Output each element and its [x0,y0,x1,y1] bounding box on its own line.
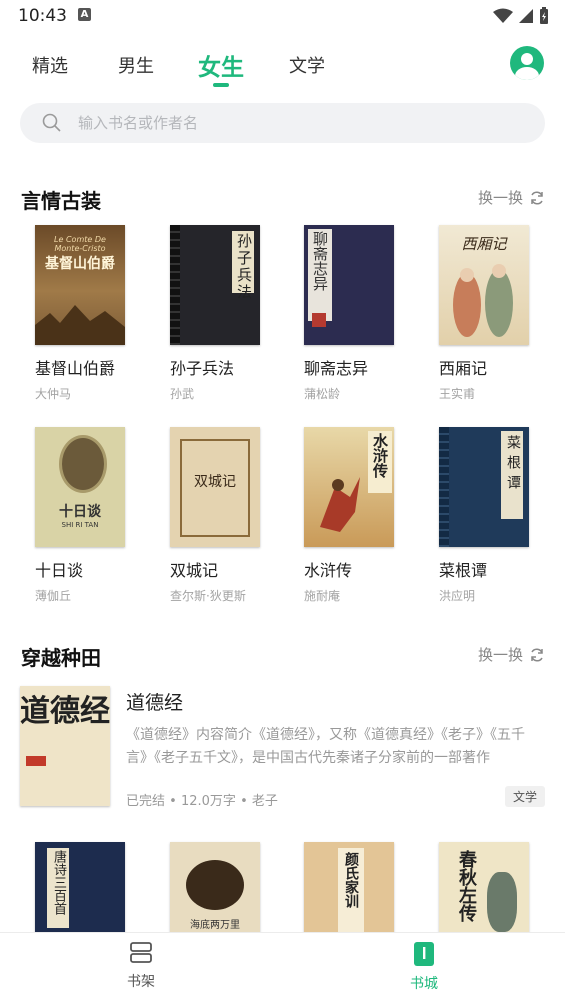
book-cover: 菜根谭 [439,427,529,547]
bookshelf-icon [130,942,152,963]
book-cover: 西厢记 [439,225,529,345]
genre-tag: 文学 [504,786,545,807]
category-tabs: 精选 男生 女生 文学 [0,40,565,90]
status-bar: 10:43 A [0,0,565,32]
book-author: 薄伽丘 [35,589,72,603]
nav-label: 书架 [127,974,155,990]
tab-male[interactable]: 男生 [118,52,154,78]
book-author: 孙武 [170,387,195,401]
refresh-button[interactable]: 换一换 [478,644,545,665]
section-title-farming: 穿越种田 [21,646,101,670]
castle-illustration [35,305,125,345]
refresh-label: 换一换 [477,646,523,664]
book-author: 蒲松龄 [304,387,341,401]
tab-female[interactable]: 女生 [198,48,244,82]
signal-icon [519,9,533,23]
book-card[interactable]: 双城记 双城记 查尔斯·狄更斯 [156,427,266,604]
avatar[interactable] [510,46,544,80]
book-title: 双城记 [170,561,219,580]
refresh-label: 换一换 [477,189,523,207]
book-card[interactable]: 水浒传 水浒传 施耐庵 [290,427,400,604]
book-title: 菜根谭 [439,561,488,580]
book-title: 道德经 [126,692,184,714]
search-bar[interactable]: 输入书名或作者名 [20,103,545,143]
book-author: 查尔斯·狄更斯 [170,589,246,603]
book-cover: Le Comte De Monte-Cristo 基督山伯爵 [35,225,125,345]
search-input[interactable]: 输入书名或作者名 [78,103,198,143]
book-status: 已完结 [126,794,166,809]
book-author: 施耐庵 [304,589,341,603]
refresh-icon [531,647,543,662]
book-author: 王实甫 [439,387,476,401]
book-title: 聊斋志异 [304,359,369,378]
book-cover: 聊斋志异 [304,225,394,345]
refresh-button[interactable]: 换一换 [478,187,545,208]
avatar-head [521,53,533,65]
warrior-illustration [320,477,360,532]
book-cover: 孙子兵法 [170,225,260,345]
status-icons [493,6,549,26]
status-time: 10:43 [18,6,67,26]
book-title: 孙子兵法 [170,359,235,378]
book-author: 大仲马 [35,387,72,401]
search-icon [42,113,61,132]
wifi-icon [493,8,513,23]
active-tab-indicator [213,83,229,87]
book-description: 《道德经》内容简介《道德经》，又称《道德真经》《老子》《五千言》《老子五千文》，… [126,727,525,766]
avatar-body [515,67,539,80]
book-cover: 水浒传 [304,427,394,547]
section-title-romance: 言情古装 [21,189,101,213]
book-card[interactable]: 西厢记 西厢记 王实甫 [425,225,535,402]
featured-book[interactable]: 道德经 道德经 《道德经》内容简介《道德经》，又称《道德真经》《老子》《五千言》… [20,686,545,809]
notification-icon: A [78,8,91,21]
bottom-nav: 书架 书城 [0,932,565,1005]
tab-literature[interactable]: 文学 [289,52,325,78]
book-meta: 已完结 • 12.0万字 • 老子 [126,794,278,809]
book-words: 12.0万字 [180,794,236,809]
book-card[interactable]: 十日谈 SHI RI TAN 十日谈 薄伽丘 [21,427,131,604]
book-cover: 道德经 [20,686,110,806]
bookstore-icon [414,942,434,966]
book-title: 基督山伯爵 [35,359,116,378]
refresh-icon [531,190,543,205]
figures-illustration [453,264,513,337]
book-card[interactable]: 菜根谭 菜根谭 洪应明 [425,427,535,604]
book-card[interactable]: 孙子兵法 孙子兵法 孙武 [156,225,266,402]
nav-label: 书城 [410,976,438,992]
book-author: 老子 [251,794,278,809]
book-title: 水浒传 [304,561,353,580]
book-cover: 十日谈 SHI RI TAN [35,427,125,547]
book-cover: 双城记 [170,427,260,547]
nav-bookshelf[interactable]: 书架 [101,941,181,991]
nav-bookstore[interactable]: 书城 [384,941,464,993]
book-card[interactable]: Le Comte De Monte-Cristo 基督山伯爵 基督山伯爵 大仲马 [21,225,131,402]
book-author: 洪应明 [439,589,476,603]
tab-featured[interactable]: 精选 [32,52,68,78]
battery-icon [540,7,548,24]
book-card[interactable]: 聊斋志异 聊斋志异 蒲松龄 [290,225,400,402]
book-title: 十日谈 [35,561,84,580]
book-title: 西厢记 [439,359,488,378]
